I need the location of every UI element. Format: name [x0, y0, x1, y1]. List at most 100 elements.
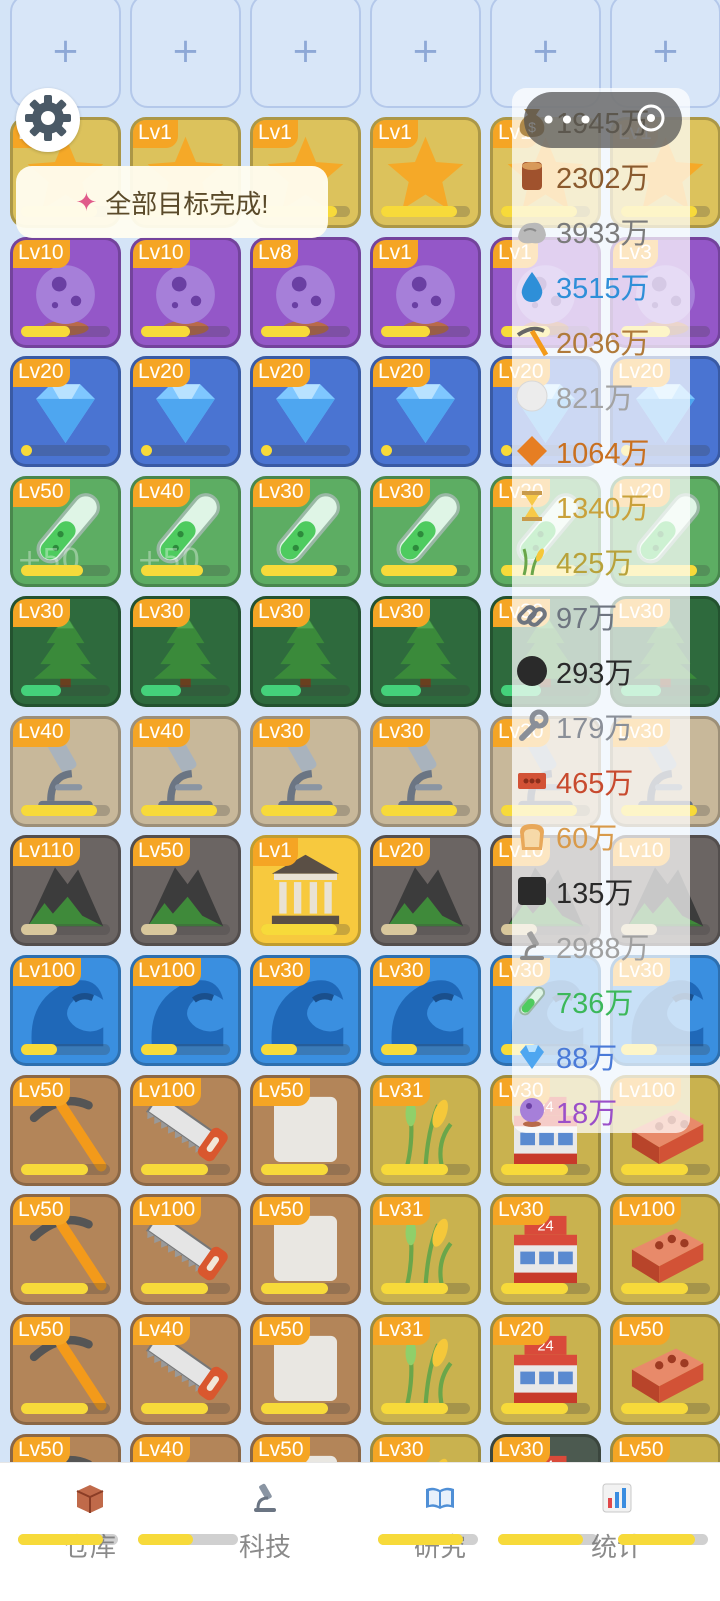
resource-value: 2036万 [556, 328, 650, 360]
tab-progress-bar [498, 1534, 598, 1545]
resource-item: 97万 [514, 591, 617, 641]
progress-bar [381, 325, 470, 337]
tab-stats[interactable]: 统计 [557, 1481, 677, 1564]
resource-item: 2302万 [514, 151, 650, 201]
microscope-icon [514, 928, 550, 964]
building-tile[interactable]: Lv20 [250, 356, 361, 468]
building-tile[interactable]: 24 Lv20 [490, 1314, 601, 1425]
building-tile[interactable]: Lv10 [130, 236, 241, 348]
progress-bar [261, 924, 350, 936]
building-tile[interactable]: Lv100 [130, 1074, 241, 1186]
empty-slot[interactable]: + [130, 0, 241, 108]
level-badge: Lv10 [133, 239, 190, 268]
resource-item: 425万 [514, 536, 633, 586]
building-tile[interactable]: Lv50 [250, 1074, 361, 1186]
progress-bar [501, 1403, 590, 1414]
building-tile[interactable]: Lv30 [10, 595, 121, 707]
building-tile[interactable]: Lv50 [130, 835, 241, 947]
building-tile[interactable]: Lv10 [10, 236, 121, 348]
resource-item: 3515万 [514, 261, 650, 311]
building-tile[interactable]: Lv1 [370, 236, 481, 348]
level-badge: Lv50 [253, 1077, 310, 1106]
building-tile[interactable]: Lv50 [250, 1194, 361, 1306]
building-tile[interactable]: Lv20 [130, 356, 241, 468]
building-tile[interactable]: Lv30 [250, 595, 361, 707]
building-tile[interactable]: Lv30 [370, 954, 481, 1066]
empty-slot[interactable]: + [370, 0, 481, 108]
building-tile[interactable]: Lv30 [130, 595, 241, 707]
tab-label: 仓库 [63, 1532, 116, 1562]
crystal-ball-icon [514, 1093, 550, 1129]
building-tile[interactable]: Lv20 [10, 356, 121, 468]
level-badge: Lv30 [253, 598, 310, 627]
building-tile[interactable]: Lv31 [370, 1074, 481, 1186]
building-tile[interactable]: Lv1 [250, 835, 361, 947]
building-tile[interactable]: Lv30 [250, 476, 361, 588]
progress-bar [21, 325, 110, 337]
building-tile[interactable]: Lv1 [370, 117, 481, 228]
level-badge: Lv30 [13, 598, 70, 627]
settings-button[interactable] [16, 88, 80, 152]
progress-bar [21, 1283, 110, 1295]
building-tile[interactable]: Lv30 [370, 715, 481, 827]
level-badge: Lv50 [253, 1317, 310, 1345]
resource-item: 736万 [514, 976, 633, 1026]
gear-icon [22, 92, 74, 148]
building-tile[interactable]: Lv30 [370, 595, 481, 707]
tab-label: 研究 [413, 1532, 466, 1562]
building-tile[interactable]: 24Lv30 [490, 1194, 601, 1306]
party-popper-icon: ✦ [75, 186, 98, 217]
resource-value: 3933万 [556, 218, 650, 250]
building-tile[interactable]: Lv20 [370, 356, 481, 468]
pickaxe-icon [514, 323, 550, 359]
building-tile[interactable]: Lv110 [10, 835, 121, 947]
resource-value: 88万 [556, 1043, 618, 1075]
tab-tech[interactable]: 科技 [205, 1481, 325, 1564]
building-tile[interactable]: Lv31 [370, 1194, 481, 1306]
resource-value: 135万 [556, 878, 634, 910]
tab-progress-bar [618, 1534, 708, 1545]
tab-progress-bar [378, 1534, 478, 1545]
building-tile[interactable]: Lv50 [10, 1194, 121, 1306]
building-tile[interactable]: Lv8 [250, 236, 361, 348]
building-tile[interactable]: Lv50 [610, 1314, 720, 1425]
building-tile[interactable]: Lv30 [370, 476, 481, 588]
building-tile[interactable]: Lv31 [370, 1314, 481, 1425]
resource-item: 88万 [514, 1031, 617, 1081]
level-badge: Lv50 [13, 1197, 70, 1226]
water-drop-icon [514, 268, 550, 304]
orange-diamond-icon [514, 433, 550, 469]
building-tile[interactable]: Lv100 [130, 954, 241, 1066]
building-tile[interactable]: Lv40 +50 [130, 476, 241, 588]
close-circle-icon[interactable] [636, 103, 666, 137]
building-tile[interactable]: Lv20 [370, 835, 481, 947]
building-tile[interactable]: Lv30 [250, 715, 361, 827]
building-tile[interactable]: Lv40 [130, 715, 241, 827]
tab-progress-bar [138, 1534, 238, 1545]
building-tile[interactable]: Lv50 +50 [10, 476, 121, 588]
test-tube-icon [514, 983, 550, 1019]
building-tile[interactable]: Lv100 [130, 1194, 241, 1306]
level-badge: Lv1 [373, 120, 418, 148]
building-tile[interactable]: Lv40 [10, 715, 121, 827]
building-tile[interactable]: Lv100 [10, 954, 121, 1066]
tab-warehouse[interactable]: 仓库 [30, 1481, 150, 1564]
bottom-tab-bar: 仓库 科技 研究 统计 [0, 1462, 720, 1601]
building-tile[interactable]: Lv50 [10, 1314, 121, 1425]
building-tile[interactable]: Lv50 [250, 1314, 361, 1425]
progress-bar [21, 1043, 110, 1055]
building-tile[interactable]: Lv50 [10, 1074, 121, 1186]
building-tile[interactable]: Lv30 [250, 954, 361, 1066]
empty-slot[interactable]: + [250, 0, 361, 108]
progress-bar [621, 1403, 710, 1414]
progress-bar [21, 1163, 110, 1175]
bar-chart-icon [600, 1483, 634, 1519]
resource-item: 2988万 [514, 921, 650, 971]
building-tile[interactable]: Lv100 [610, 1194, 720, 1306]
progress-bar [261, 565, 350, 577]
building-tile[interactable]: Lv40 [130, 1314, 241, 1425]
more-dots-icon[interactable]: ••• [540, 104, 596, 137]
tab-research[interactable]: 研究 [380, 1481, 500, 1564]
resource-item: 1340万 [514, 481, 650, 531]
level-badge: Lv30 [373, 598, 430, 627]
